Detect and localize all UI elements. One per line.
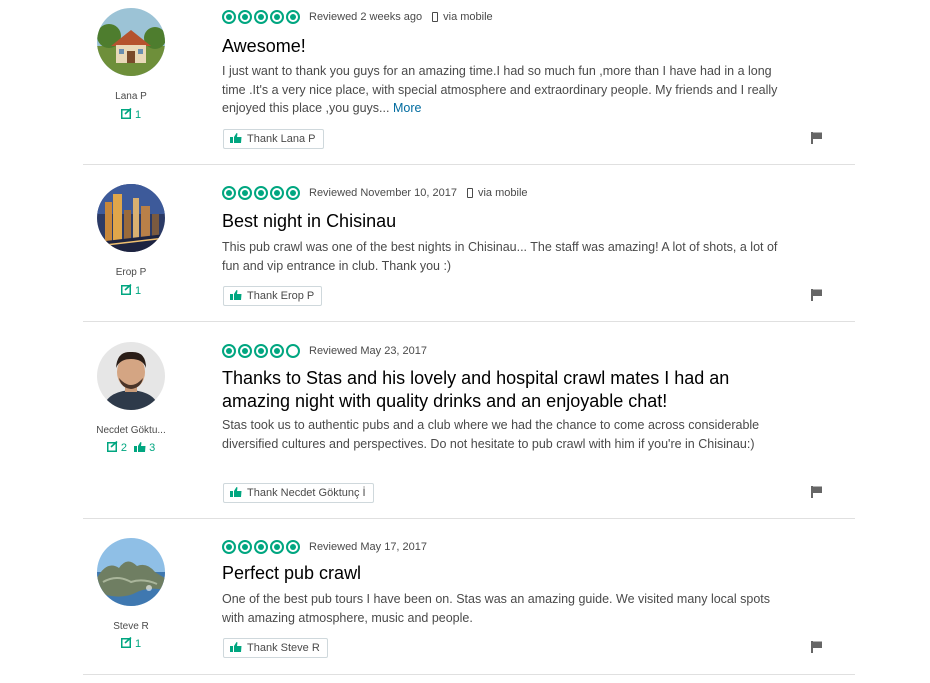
city-night-avatar-icon bbox=[97, 184, 165, 252]
coast-landscape-avatar-icon bbox=[97, 538, 165, 606]
rating-bubble-icon bbox=[238, 10, 252, 24]
rating-bubble-icon bbox=[254, 186, 268, 200]
review-title-line: amazing night with quality drinks and an… bbox=[222, 391, 668, 411]
rating-bubble-icon bbox=[286, 540, 300, 554]
thank-button[interactable]: Thank Lana P bbox=[223, 129, 324, 149]
rating-bubble-icon bbox=[222, 186, 236, 200]
user-name[interactable]: Erop P bbox=[83, 267, 179, 278]
review-date: Reviewed November 10, 2017 bbox=[309, 187, 457, 199]
review-date: Reviewed 2 weeks ago bbox=[309, 11, 423, 23]
thumbs-up-icon bbox=[230, 641, 242, 655]
rating-bubble-icon bbox=[254, 540, 268, 554]
review-date: Reviewed May 23, 2017 bbox=[309, 345, 428, 357]
house-photo-avatar-icon bbox=[97, 8, 165, 76]
helpful-votes-icon bbox=[134, 442, 146, 455]
review-count-icon bbox=[120, 283, 132, 298]
review-body: This pub crawl was one of the best night… bbox=[222, 238, 782, 275]
user-avatar[interactable] bbox=[97, 342, 165, 410]
review-title[interactable]: Awesome! bbox=[222, 35, 306, 58]
user-name[interactable]: Steve R bbox=[83, 621, 179, 632]
mobile-phone-icon bbox=[466, 188, 473, 198]
review-count: 1 bbox=[134, 285, 142, 297]
mobile-phone-icon bbox=[432, 12, 439, 22]
review-body: One of the best pub tours I have been on… bbox=[222, 590, 782, 627]
report-flag-icon[interactable] bbox=[811, 640, 823, 653]
man-portrait-avatar-icon bbox=[97, 342, 165, 410]
review-card: Erop P 1 Reviewed November 10, 2017 via … bbox=[83, 165, 855, 322]
rating-bubble-icon bbox=[286, 10, 300, 24]
thank-button[interactable]: Thank Steve R bbox=[223, 638, 328, 658]
rating-bubble-icon bbox=[270, 10, 284, 24]
rating-bubble-empty-icon bbox=[286, 344, 300, 358]
thank-label: Thank Erop P bbox=[247, 290, 315, 302]
review-date: Reviewed May 17, 2017 bbox=[309, 541, 428, 553]
thank-label: Thank Necdet Göktunç İ bbox=[247, 487, 366, 499]
rating-bubble-icon bbox=[238, 344, 252, 358]
thumbs-up-icon bbox=[230, 132, 242, 146]
review-count-icon bbox=[106, 440, 118, 455]
review-body: I just want to thank you guys for an ama… bbox=[222, 62, 782, 118]
review-card: Necdet Göktu... 2 3 Reviewed May 23, 201… bbox=[83, 322, 855, 519]
review-text: I just want to thank you guys for an ama… bbox=[222, 64, 778, 115]
report-flag-icon[interactable] bbox=[811, 131, 823, 144]
user-avatar[interactable] bbox=[97, 8, 165, 76]
via-mobile-label: via mobile bbox=[443, 11, 493, 23]
bubble-rating: Reviewed May 17, 2017 bbox=[222, 538, 427, 556]
review-count-icon bbox=[120, 107, 132, 122]
via-mobile-label: via mobile bbox=[477, 187, 528, 199]
thank-button[interactable]: Thank Erop P bbox=[223, 286, 323, 306]
rating-bubble-icon bbox=[222, 540, 236, 554]
rating-bubble-icon bbox=[222, 10, 236, 24]
via-mobile: via mobile bbox=[432, 11, 493, 23]
rating-bubble-icon bbox=[254, 10, 268, 24]
review-body: Stas took us to authentic pubs and a clu… bbox=[222, 416, 782, 453]
rating-bubble-icon bbox=[254, 344, 268, 358]
rating-bubble-icon bbox=[222, 344, 236, 358]
rating-bubble-icon bbox=[238, 186, 252, 200]
review-count: 2 bbox=[120, 442, 127, 454]
thank-button[interactable]: Thank Necdet Göktunç İ bbox=[223, 483, 374, 503]
review-title[interactable]: Perfect pub crawl bbox=[222, 562, 361, 585]
rating-bubble-icon bbox=[270, 540, 284, 554]
review-text: Stas took us to authentic pubs and a clu… bbox=[222, 418, 760, 451]
rating-bubble-icon bbox=[238, 540, 252, 554]
user-name[interactable]: Lana P bbox=[83, 91, 179, 102]
user-avatar[interactable] bbox=[97, 184, 165, 252]
review-title-line: Thanks to Stas and his lovely and hospit… bbox=[222, 368, 730, 388]
rating-bubble-icon bbox=[270, 186, 284, 200]
review-title[interactable]: Thanks to Stas and his lovely and hospit… bbox=[222, 367, 729, 413]
review-count-icon bbox=[120, 636, 132, 651]
review-count: 1 bbox=[134, 638, 142, 650]
thank-label: Thank Steve R bbox=[247, 642, 320, 654]
user-avatar[interactable] bbox=[97, 538, 165, 606]
thank-label: Thank Lana P bbox=[247, 133, 316, 145]
user-contributions[interactable]: 1 bbox=[83, 636, 179, 651]
rating-bubble-icon bbox=[270, 344, 284, 358]
bubble-rating: Reviewed May 23, 2017 bbox=[222, 342, 427, 360]
helpful-votes-count: 3 bbox=[149, 442, 156, 454]
report-flag-icon[interactable] bbox=[811, 288, 823, 301]
review-text: This pub crawl was one of the best night… bbox=[222, 240, 778, 273]
user-contributions[interactable]: 1 bbox=[83, 107, 179, 122]
more-link[interactable]: More bbox=[393, 101, 421, 115]
review-text: One of the best pub tours I have been on… bbox=[222, 592, 771, 625]
review-card: Lana P 1 Reviewed 2 weeks ago via mobile… bbox=[83, 0, 855, 165]
thumbs-up-icon bbox=[230, 486, 242, 500]
review-count: 1 bbox=[134, 109, 142, 121]
bubble-rating: Reviewed November 10, 2017 via mobile bbox=[222, 184, 528, 202]
review-card: Steve R 1 Reviewed May 17, 2017 Perfect … bbox=[83, 519, 855, 675]
user-name[interactable]: Necdet Göktu... bbox=[83, 425, 179, 436]
user-contributions[interactable]: 2 3 bbox=[83, 440, 179, 455]
review-title[interactable]: Best night in Chisinau bbox=[222, 210, 396, 233]
rating-bubble-icon bbox=[286, 186, 300, 200]
user-contributions[interactable]: 1 bbox=[83, 283, 179, 298]
bubble-rating: Reviewed 2 weeks ago via mobile bbox=[222, 8, 493, 26]
thumbs-up-icon bbox=[230, 289, 242, 303]
report-flag-icon[interactable] bbox=[811, 485, 823, 498]
via-mobile: via mobile bbox=[466, 187, 528, 199]
